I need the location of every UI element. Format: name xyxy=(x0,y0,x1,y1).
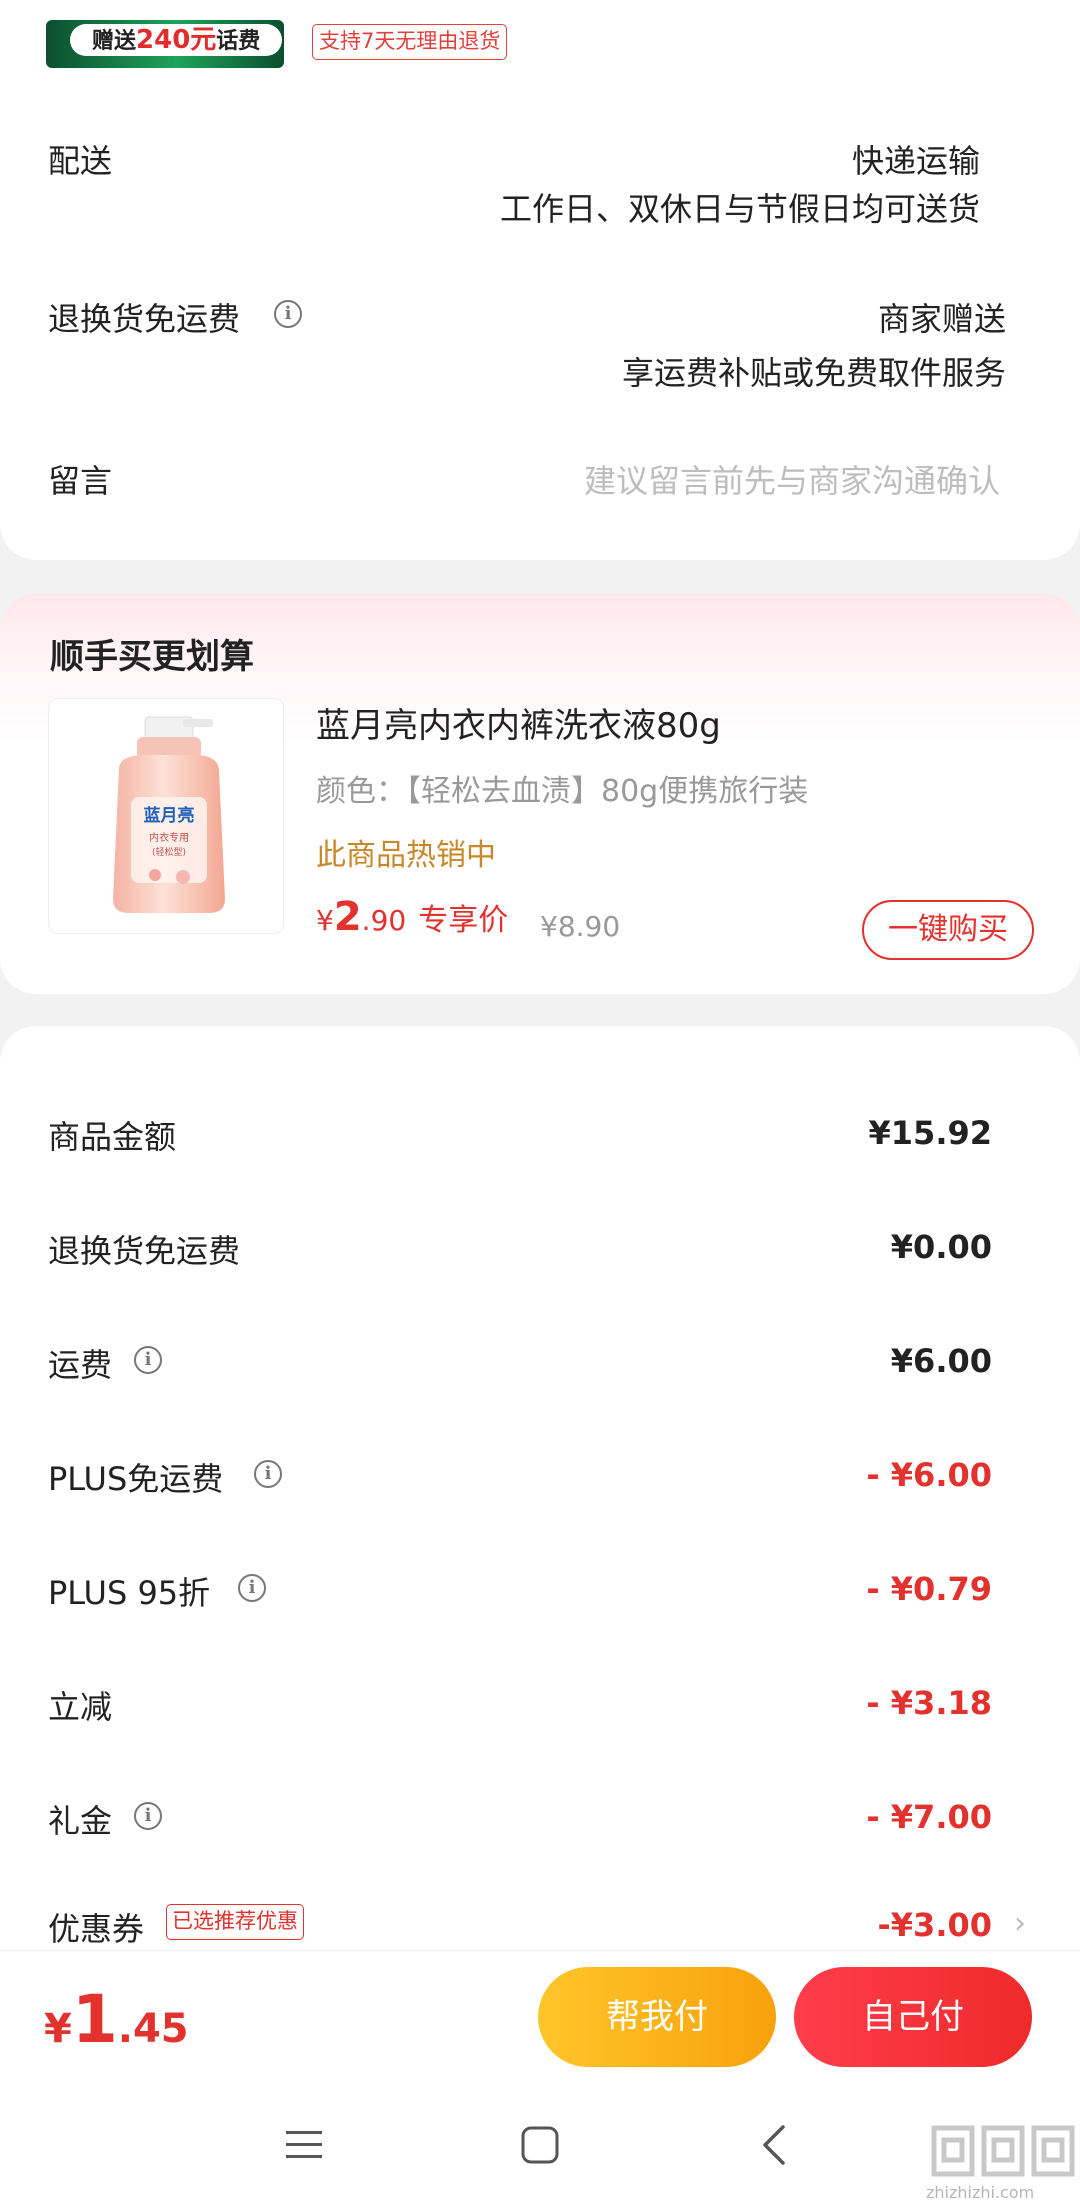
summary-amount: ¥0.00 xyxy=(890,1228,992,1266)
delivery-schedule: 工作日、双休日与节假日均可送货 xyxy=(499,190,980,228)
price-summary-card: 商品金额 ¥15.92 退换货免运费 ¥0.00 运费 i ¥6.00 PLUS… xyxy=(0,1026,1080,2026)
summary-row: 礼金 i - ¥7.00 xyxy=(0,1796,1080,1876)
order-info-card: 赠送240元话费 支持7天无理由退货 配送 快递运输 工作日、双休日与节假日均可… xyxy=(0,0,1080,560)
system-navbar xyxy=(0,2090,1080,2205)
checkout-bar: ¥1.45 帮我付 自己付 xyxy=(0,1950,1080,2090)
return-shipping-label: 退换货免运费 xyxy=(48,300,241,338)
summary-amount: - ¥7.00 xyxy=(866,1798,992,1836)
summary-label: 优惠券 xyxy=(48,1910,145,1948)
summary-row: PLUS 95折 i - ¥0.79 xyxy=(0,1568,1080,1648)
bottle-line2: (轻松型) xyxy=(152,846,186,858)
menu-nav-button[interactable] xyxy=(264,2110,344,2180)
delivery-label: 配送 xyxy=(48,142,113,180)
summary-row: 运费 i ¥6.00 xyxy=(0,1340,1080,1420)
price-tag: 专享价 xyxy=(418,903,509,938)
product-image[interactable]: 蓝月亮 内衣专用 (轻松型) xyxy=(48,698,284,934)
back-nav-button[interactable] xyxy=(734,2110,814,2180)
summary-amount: - ¥0.79 xyxy=(866,1570,992,1608)
hot-selling-label: 此商品热销中 xyxy=(316,838,496,873)
summary-row: 退换货免运费 ¥0.00 xyxy=(0,1226,1080,1306)
back-chevron-icon xyxy=(763,2125,785,2165)
bottle-line1: 内衣专用 xyxy=(149,831,189,844)
bottle-brand: 蓝月亮 xyxy=(144,805,195,826)
info-icon[interactable]: i xyxy=(238,1574,266,1602)
summary-amount: - ¥6.00 xyxy=(866,1456,992,1494)
return-shipping-value: 商家赠送 xyxy=(877,300,1006,338)
summary-row: 商品金额 ¥15.92 xyxy=(0,1112,1080,1192)
home-nav-button[interactable] xyxy=(500,2110,580,2180)
original-price: ¥8.90 xyxy=(540,910,621,943)
watermark-text: zhizhizhi.com xyxy=(926,2183,1035,2202)
detergent-bottle-icon: 蓝月亮 内衣专用 (轻松型) xyxy=(113,716,225,913)
return-shipping-detail: 享运费补贴或免费取件服务 xyxy=(621,354,1006,392)
summary-label: PLUS免运费 xyxy=(48,1460,224,1498)
summary-label: PLUS 95折 xyxy=(48,1574,211,1612)
upsell-title: 顺手买更划算 xyxy=(50,637,254,677)
quick-buy-button[interactable]: 一键购买 xyxy=(862,900,1034,960)
summary-amount: -¥3.00 xyxy=(877,1906,993,1944)
summary-label: 礼金 xyxy=(48,1802,113,1840)
product-title[interactable]: 蓝月亮内衣内裤洗衣液80g xyxy=(316,698,721,747)
summary-row: 立减 - ¥3.18 xyxy=(0,1682,1080,1762)
gift-prefix: 赠送 xyxy=(92,29,137,54)
menu-icon xyxy=(286,2131,322,2158)
info-icon[interactable]: i xyxy=(134,1802,162,1830)
summary-row: PLUS免运费 i - ¥6.00 xyxy=(0,1454,1080,1534)
product-spec: 颜色：【轻松去血渍】80g便携旅行装 xyxy=(316,774,809,809)
total-price: ¥1.45 xyxy=(44,1981,189,2058)
message-input[interactable]: 建议留言前先与商家沟通确认 xyxy=(584,456,1000,502)
gift-badge: 赠送240元话费 xyxy=(46,20,284,68)
pay-myself-button[interactable]: 自己付 xyxy=(794,1967,1032,2067)
home-square-icon xyxy=(521,2126,559,2164)
info-icon[interactable]: i xyxy=(254,1460,282,1488)
product-price: ¥2.90 专享价 xyxy=(316,894,509,940)
message-label: 留言 xyxy=(48,462,113,500)
summary-amount: ¥6.00 xyxy=(890,1342,992,1380)
return-policy-tag: 支持7天无理由退货 xyxy=(312,24,508,60)
upsell-card: 顺手买更划算 蓝月亮 内衣专用 (轻松型) 蓝月亮内衣内裤洗衣液80g 颜色：【… xyxy=(0,594,1080,994)
gift-suffix: 话费 xyxy=(216,29,261,54)
info-icon[interactable]: i xyxy=(274,300,302,328)
summary-label: 运费 xyxy=(48,1346,113,1384)
summary-label: 立减 xyxy=(48,1688,113,1726)
summary-label: 退换货免运费 xyxy=(48,1232,241,1270)
gift-amount: 240元 xyxy=(136,25,217,55)
help-me-pay-button[interactable]: 帮我付 xyxy=(538,1967,776,2067)
summary-amount: ¥15.92 xyxy=(868,1114,992,1152)
summary-amount: - ¥3.18 xyxy=(866,1684,992,1722)
summary-label: 商品金额 xyxy=(48,1118,177,1156)
delivery-method[interactable]: 快递运输 xyxy=(852,136,980,182)
coupon-tag: 已选推荐优惠 xyxy=(166,1904,304,1940)
chevron-right-icon: › xyxy=(1014,1906,1026,1941)
info-icon[interactable]: i xyxy=(134,1346,162,1374)
